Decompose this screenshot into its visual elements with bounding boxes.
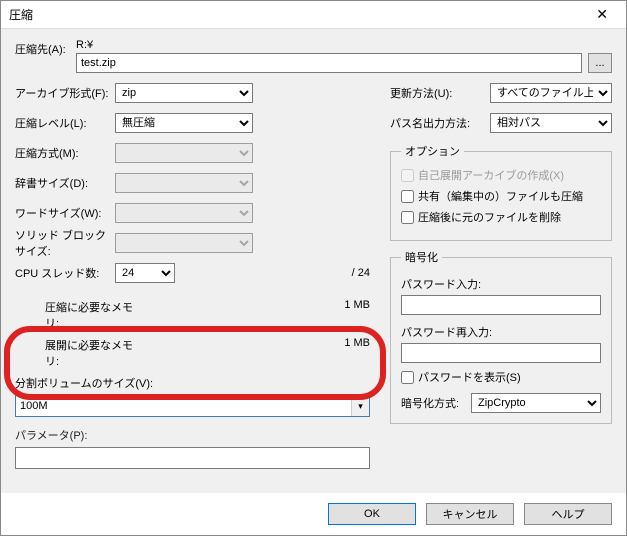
titlebar: 圧縮 ✕ [1, 1, 626, 29]
options-legend: オプション [401, 143, 464, 159]
update-mode-label: 更新方法(U): [390, 85, 490, 101]
browse-button[interactable]: ... [588, 53, 612, 73]
shared-label: 共有（編集中の）ファイルも圧縮 [418, 188, 583, 204]
cpu-threads-total: / 24 [310, 267, 370, 279]
solid-block-select[interactable] [115, 233, 253, 253]
cpu-threads-select[interactable]: 24 [115, 263, 175, 283]
dest-label: 圧縮先(A): [15, 39, 70, 57]
split-volume-combo[interactable] [15, 395, 370, 417]
cancel-button[interactable]: キャンセル [426, 503, 514, 525]
enc-method-label: 暗号化方式: [401, 395, 471, 411]
encryption-legend: 暗号化 [401, 249, 442, 265]
compress-level-label: 圧縮レベル(L): [15, 115, 115, 131]
word-size-label: ワードサイズ(W): [15, 205, 115, 221]
path-mode-select[interactable]: 相対パス [490, 113, 612, 133]
solid-block-label: ソリッド ブロック サイズ: [15, 227, 115, 259]
dict-size-select[interactable] [115, 173, 253, 193]
mem-compress-value: 1 MB [344, 299, 370, 331]
update-mode-select[interactable]: すべてのファイル上書き [490, 83, 612, 103]
password-input[interactable] [401, 295, 601, 315]
word-size-select[interactable] [115, 203, 253, 223]
parameters-input[interactable] [15, 447, 370, 469]
window-title: 圧縮 [9, 6, 33, 23]
archive-format-select[interactable]: zip [115, 83, 253, 103]
parameters-label: パラメータ(P): [15, 427, 370, 443]
compress-method-select[interactable] [115, 143, 253, 163]
split-volume-input[interactable] [16, 400, 351, 412]
mem-extract-label: 展開に必要なメモリ: [15, 337, 135, 369]
password2-label: パスワード再入力: [401, 324, 601, 340]
delete-after-label: 圧縮後に元のファイルを削除 [418, 209, 561, 225]
archive-format-label: アーカイブ形式(F): [15, 85, 115, 101]
ok-button[interactable]: OK [328, 503, 416, 525]
split-volume-label: 分割ボリュームのサイズ(V): [15, 375, 370, 391]
sfx-checkbox [401, 169, 414, 182]
shared-checkbox[interactable] [401, 190, 414, 203]
dest-filename-input[interactable] [76, 53, 582, 73]
enc-method-select[interactable]: ZipCrypto [471, 393, 601, 413]
password2-input[interactable] [401, 343, 601, 363]
compress-method-label: 圧縮方式(M): [15, 145, 115, 161]
password-label: パスワード入力: [401, 276, 601, 292]
help-button[interactable]: ヘルプ [524, 503, 612, 525]
compress-level-select[interactable]: 無圧縮 [115, 113, 253, 133]
delete-after-checkbox[interactable] [401, 211, 414, 224]
options-group: オプション 自己展開アーカイブの作成(X) 共有（編集中の）ファイルも圧縮 圧縮… [390, 143, 612, 241]
close-icon[interactable]: ✕ [586, 4, 618, 25]
mem-extract-value: 1 MB [344, 337, 370, 369]
dict-size-label: 辞書サイズ(D): [15, 175, 115, 191]
sfx-label: 自己展開アーカイブの作成(X) [418, 167, 564, 183]
show-password-label: パスワードを表示(S) [418, 369, 521, 385]
show-password-checkbox[interactable] [401, 371, 414, 384]
path-mode-label: パス名出力方法: [390, 115, 490, 131]
cpu-threads-label: CPU スレッド数: [15, 265, 115, 281]
encryption-group: 暗号化 パスワード入力: パスワード再入力: パスワードを表示(S) 暗号化方式… [390, 249, 612, 424]
mem-compress-label: 圧縮に必要なメモリ: [15, 299, 135, 331]
dest-drive: R:¥ [76, 39, 612, 51]
chevron-down-icon[interactable] [351, 396, 369, 416]
